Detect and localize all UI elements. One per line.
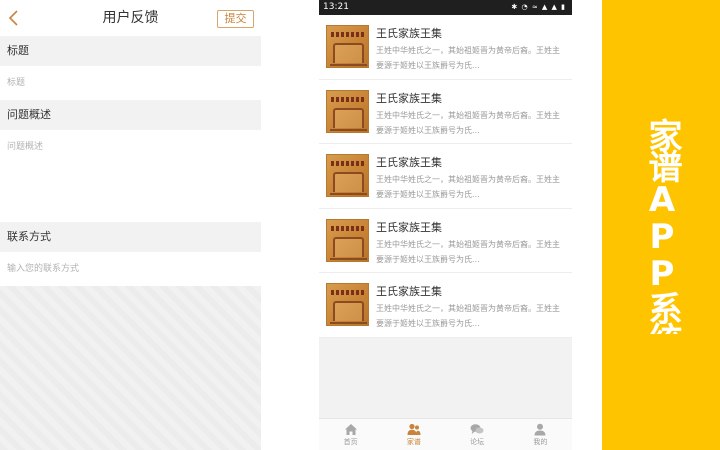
item-title: 王氏家族王集 xyxy=(376,91,442,105)
book-cover-thumbnail xyxy=(326,218,369,262)
tab-home[interactable]: 首页 xyxy=(319,419,382,450)
tab-label: 家谱 xyxy=(406,438,421,446)
item-description: 王姓中华姓氏之一，其始祖姬晋为黄帝后裔。王姓主要源于姬姓以王族爵号为氏... xyxy=(376,239,560,264)
tab-profile[interactable]: 我的 xyxy=(509,419,572,450)
list-item[interactable]: 王氏家族王集 王姓中华姓氏之一，其始祖姬晋为黄帝后裔。王姓主要源于姬姓以王族爵号… xyxy=(319,144,572,209)
problem-section-label: 问题概述 xyxy=(0,100,261,130)
item-title: 王氏家族王集 xyxy=(376,285,442,298)
submit-button[interactable]: 提交 xyxy=(217,10,254,28)
feedback-screen: 用户反馈 提交 标题 问题概述 联系方式 xyxy=(0,0,261,450)
book-cover-thumbnail xyxy=(326,154,369,197)
item-description: 王姓中华姓氏之一，其始祖姬晋为黄帝后裔。王姓主要源于姬姓以王族爵号为氏... xyxy=(376,175,560,199)
tab-label: 首页 xyxy=(343,438,358,446)
status-bar: 13:21 ✱ ◔ ≈ ▲ ▲ ▮ xyxy=(319,0,572,15)
item-description: 王姓中华姓氏之一，其始祖姬晋为黄帝后裔。王姓主要源于姬姓以王族爵号为氏... xyxy=(376,46,560,70)
feedback-header: 用户反馈 提交 xyxy=(0,0,261,36)
family-icon xyxy=(407,423,421,435)
tab-label: 论坛 xyxy=(470,438,485,446)
contact-input[interactable] xyxy=(0,252,261,286)
empty-area xyxy=(319,338,572,418)
bottom-tab-bar: 首页 家谱 论坛 我的 xyxy=(319,418,572,450)
phone-screen: 13:21 ✱ ◔ ≈ ▲ ▲ ▮ 王氏家族王集 王姓中华姓氏之一，其始祖姬晋为… xyxy=(319,0,572,450)
title-section-label: 标题 xyxy=(0,36,261,66)
item-title: 王氏家族王集 xyxy=(376,156,442,169)
item-title: 王氏家族王集 xyxy=(376,27,442,40)
book-cover-thumbnail xyxy=(326,25,369,68)
list-item[interactable]: 王氏家族王集 王姓中华姓氏之一，其始祖姬晋为黄帝后裔。王姓主要源于姬姓以王族爵号… xyxy=(319,79,572,144)
title-input[interactable] xyxy=(0,66,261,100)
forum-icon xyxy=(470,424,484,434)
tab-label: 我的 xyxy=(533,438,548,446)
list-item[interactable]: 王氏家族王集 王姓中华姓氏之一，其始祖姬晋为黄帝后裔。王姓主要源于姬姓以王族爵号… xyxy=(319,208,572,273)
back-arrow-icon[interactable] xyxy=(5,8,25,28)
banner-title: 家谱APP系统 xyxy=(642,118,682,334)
item-description: 王姓中华姓氏之一，其始祖姬晋为黄帝后裔。王姓主要源于姬姓以王族爵号为氏... xyxy=(376,304,560,328)
home-icon xyxy=(344,424,357,435)
tab-family[interactable]: 家谱 xyxy=(382,419,445,450)
item-title: 王氏家族王集 xyxy=(376,220,442,234)
genealogy-list: 王氏家族王集 王姓中华姓氏之一，其始祖姬晋为黄帝后裔。王姓主要源于姬姓以王族爵号… xyxy=(319,15,572,338)
problem-textarea[interactable] xyxy=(0,130,261,222)
book-cover-thumbnail xyxy=(326,283,369,326)
contact-section-label: 联系方式 xyxy=(0,222,261,252)
status-icons: ✱ ◔ ≈ ▲ ▲ ▮ xyxy=(511,3,566,11)
list-item[interactable]: 王氏家族王集 王姓中华姓氏之一，其始祖姬晋为黄帝后裔。王姓主要源于姬姓以王族爵号… xyxy=(319,273,572,338)
tab-forum[interactable]: 论坛 xyxy=(446,419,509,450)
promo-banner: 家谱APP系统 xyxy=(602,0,720,450)
item-description: 王姓中华姓氏之一，其始祖姬晋为黄帝后裔。王姓主要源于姬姓以王族爵号为氏... xyxy=(376,110,560,135)
list-item[interactable]: 王氏家族王集 王姓中华姓氏之一，其始祖姬晋为黄帝后裔。王姓主要源于姬姓以王族爵号… xyxy=(319,15,572,80)
user-icon xyxy=(534,423,546,436)
status-time: 13:21 xyxy=(323,2,349,12)
book-cover-thumbnail xyxy=(326,89,369,133)
